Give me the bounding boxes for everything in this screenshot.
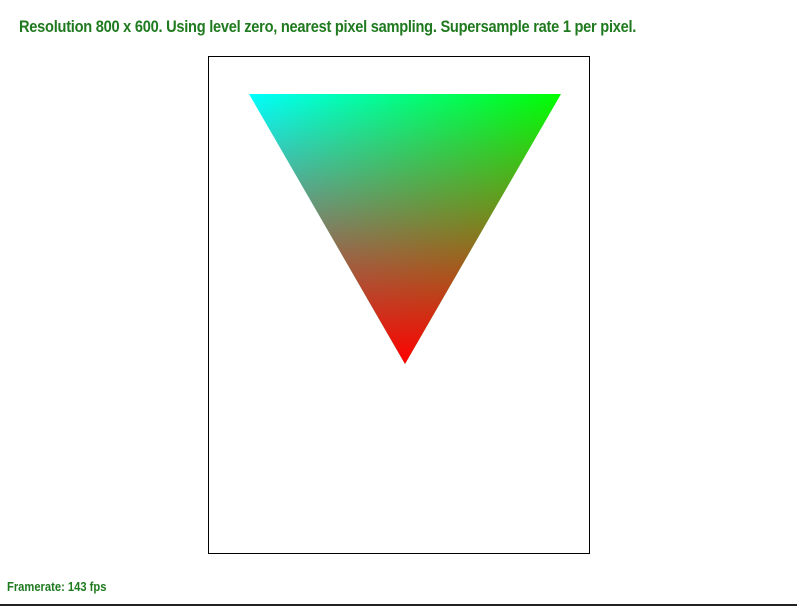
bottom-divider: [0, 604, 797, 606]
status-text: Resolution 800 x 600. Using level zero, …: [19, 17, 637, 36]
framerate-text: Framerate: 143 fps: [7, 579, 107, 594]
triangle-red-blend: [249, 94, 561, 364]
triangle-canvas: [249, 94, 561, 364]
render-viewport[interactable]: [208, 56, 590, 554]
